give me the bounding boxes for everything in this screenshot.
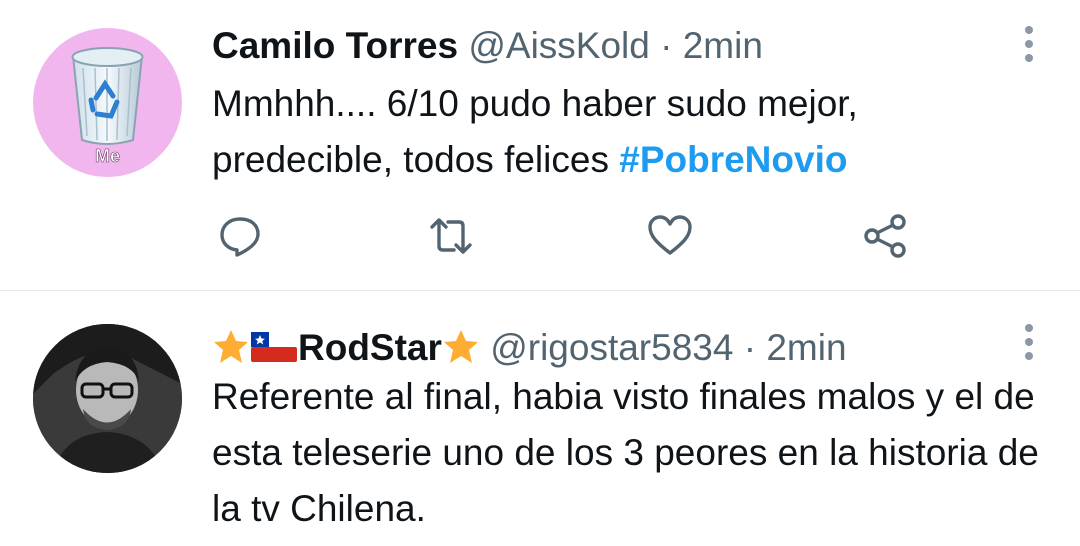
user-handle[interactable]: @rigostar5834 — [490, 327, 733, 368]
user-handle[interactable]: @AissKold — [468, 25, 650, 66]
like-icon[interactable] — [647, 213, 693, 259]
tweet-header: Camilo Torres @AissKold · 2min — [212, 24, 763, 68]
profile-photo — [33, 324, 182, 473]
tweet[interactable]: Me Camilo Torres @AissKold · 2min Mmhhh.… — [0, 0, 1080, 290]
timestamp[interactable]: 2min — [683, 25, 763, 66]
tweet-actions — [0, 213, 1080, 259]
display-name[interactable]: RodStar — [298, 327, 442, 368]
avatar[interactable]: Me — [33, 28, 182, 177]
separator-dot: · — [743, 327, 757, 368]
hashtag-link[interactable]: #PobreNovio — [619, 139, 847, 180]
reply-icon[interactable] — [217, 213, 263, 259]
avatar-label: Me — [94, 146, 121, 167]
display-name[interactable]: Camilo Torres — [212, 25, 458, 66]
retweet-icon[interactable] — [428, 213, 474, 259]
tweet-text: Referente al final, habia visto finales … — [212, 369, 1042, 537]
timestamp[interactable]: 2min — [766, 327, 846, 368]
more-options-icon[interactable] — [1024, 26, 1034, 68]
tweet[interactable]: RodStar @rigostar5834 · 2min Referente a… — [0, 291, 1080, 546]
share-icon[interactable] — [862, 213, 908, 259]
tweet-body: Referente al final, habia visto finales … — [212, 376, 1039, 529]
avatar[interactable] — [33, 324, 182, 473]
more-options-icon[interactable] — [1024, 324, 1034, 366]
tweet-text: Mmhhh.... 6/10 pudo haber sudo mejor, pr… — [212, 76, 1042, 188]
separator-dot: · — [660, 25, 673, 66]
